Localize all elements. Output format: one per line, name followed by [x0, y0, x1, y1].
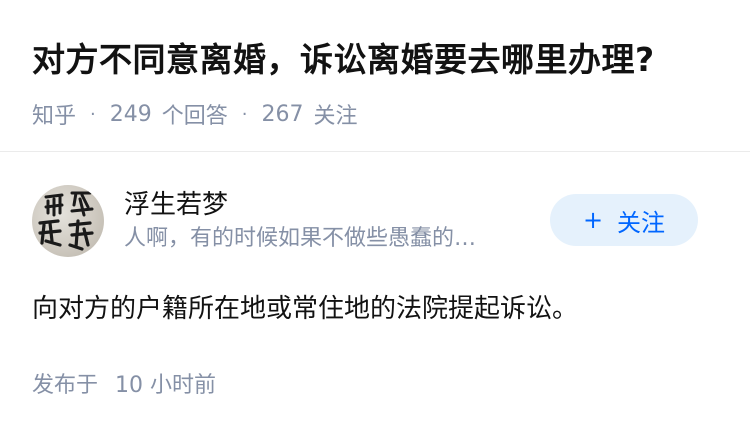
separator-dot: ·: [90, 103, 96, 125]
author-name[interactable]: 浮生若梦: [124, 187, 550, 223]
answer-published-time: 发布于 10 小时前: [32, 367, 698, 399]
published-label: 发布于: [32, 373, 99, 398]
follow-button-label: 关注: [617, 208, 666, 237]
author-row: 浮生若梦 人啊，有的时候如果不做些愚蠢的… + 关注: [32, 183, 698, 259]
follow-count-label: 关注: [313, 104, 358, 129]
follow-button[interactable]: + 关注: [550, 194, 698, 246]
question-header: 对方不同意离婚，诉讼离婚要去哪里办理? 知乎 · 249 个回答 · 267 关…: [32, 34, 730, 130]
author-bio: 人啊，有的时候如果不做些愚蠢的…: [124, 226, 477, 251]
avatar[interactable]: [32, 185, 104, 257]
answer-card: 浮生若梦 人啊，有的时候如果不做些愚蠢的… + 关注 向对方的户籍所在地或常住地…: [32, 183, 698, 399]
calligraphy-avatar-image: [38, 191, 94, 251]
section-divider: [0, 151, 750, 152]
answer-content[interactable]: 向对方的户籍所在地或常住地的法院提起诉讼。: [32, 289, 698, 329]
separator-dot: ·: [241, 103, 248, 125]
answer-count: 249: [109, 101, 152, 127]
answer-count-label[interactable]: 个回答: [162, 98, 228, 130]
question-meta: 知乎 · 249 个回答 · 267 关注: [32, 98, 730, 130]
published-time: 10 小时前: [115, 373, 217, 398]
question-source[interactable]: 知乎: [32, 98, 76, 130]
author-info: 浮生若梦 人啊，有的时候如果不做些愚蠢的…: [124, 187, 550, 255]
plus-icon: +: [582, 206, 604, 234]
follow-count: 267: [261, 101, 304, 127]
question-title[interactable]: 对方不同意离婚，诉讼离婚要去哪里办理?: [32, 34, 730, 86]
